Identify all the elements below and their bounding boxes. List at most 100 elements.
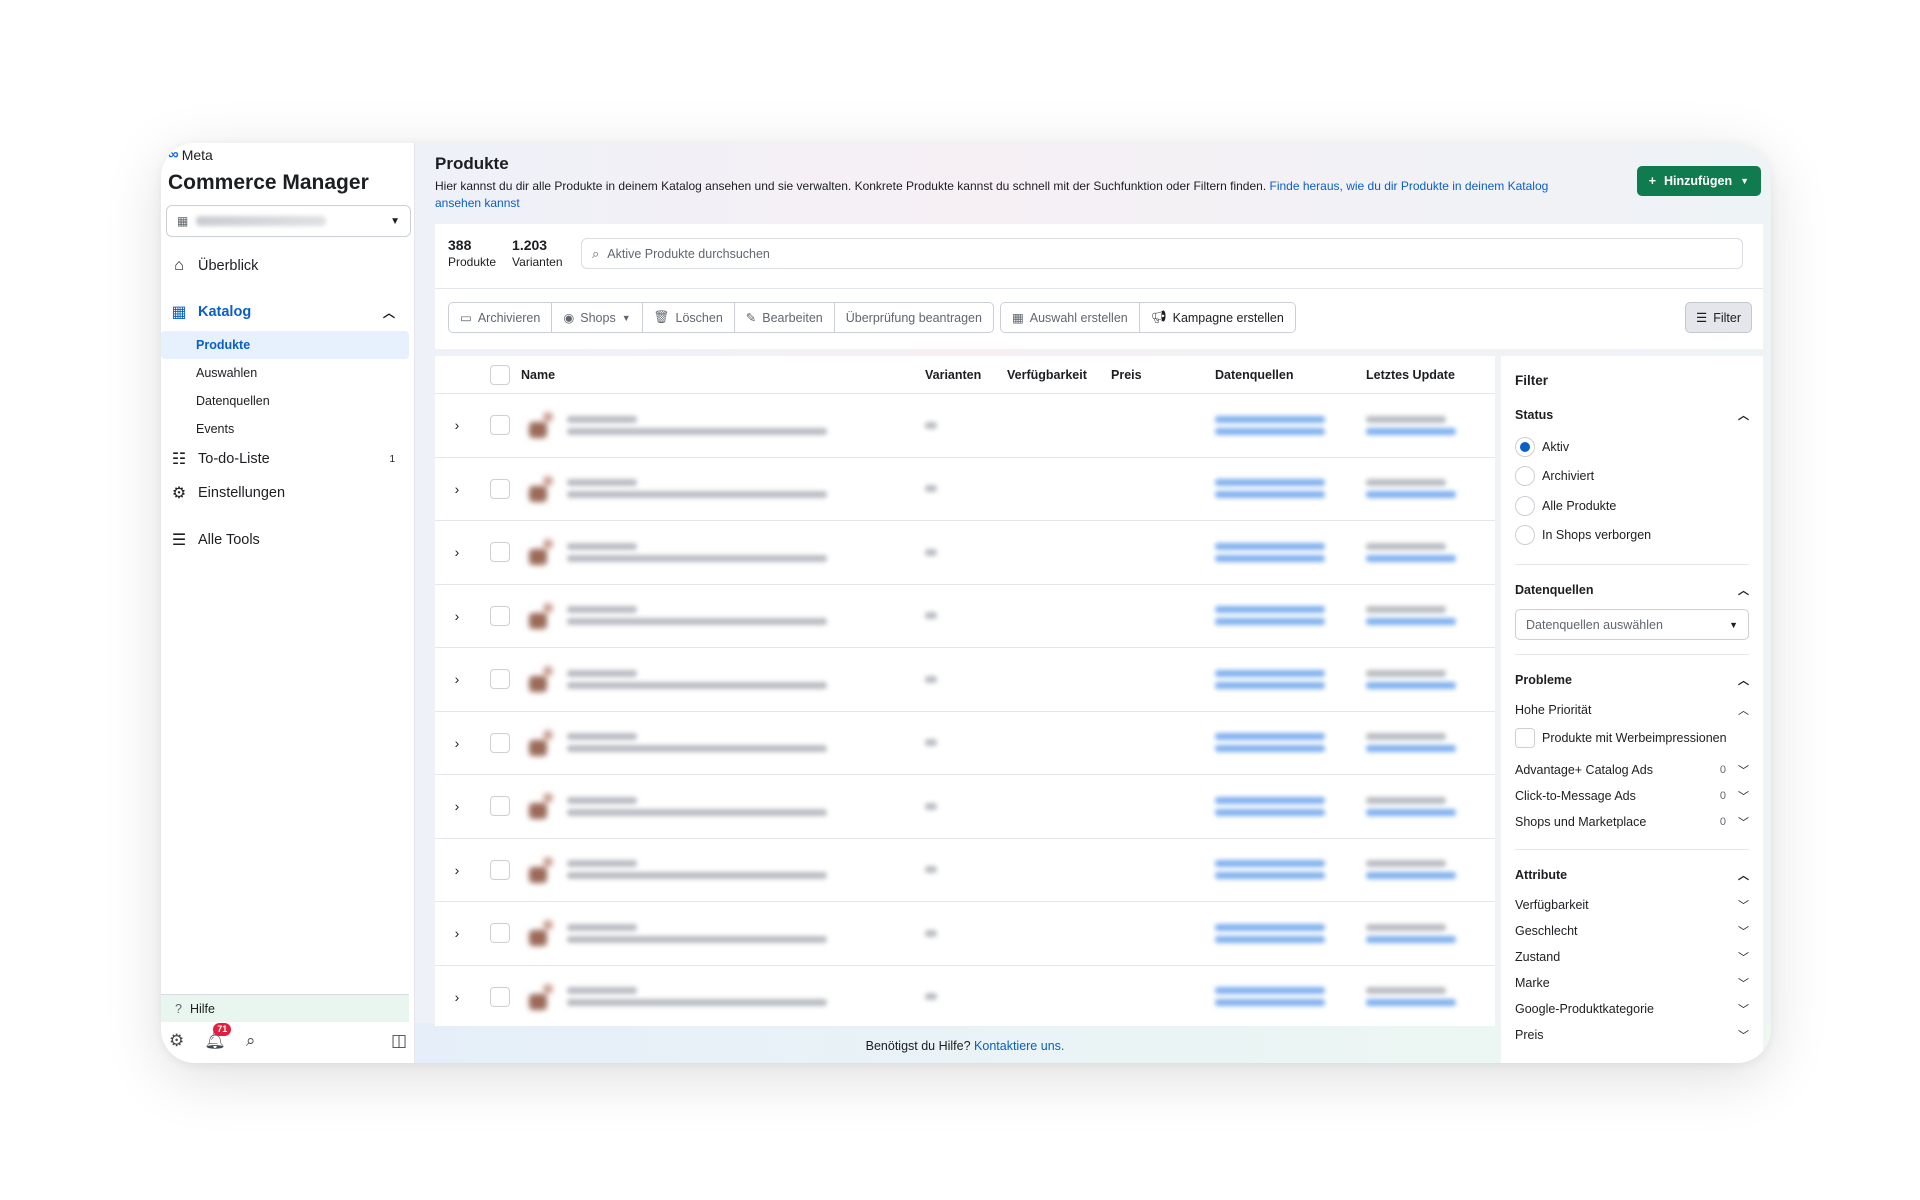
problem-click-to-message-ads[interactable]: Click-to-Message Ads 0 ﹀	[1515, 783, 1749, 809]
filter-section-datasources[interactable]: Datenquellen ︿	[1515, 579, 1749, 601]
sidebar-item-todo[interactable]: ☷ To-do-Liste 1	[161, 443, 415, 475]
radio[interactable]	[1515, 466, 1535, 487]
row-checkbox[interactable]	[490, 669, 510, 690]
row-checkbox[interactable]	[490, 796, 510, 817]
high-priority-group[interactable]: Hohe Priorität ︿	[1515, 697, 1749, 723]
table-row[interactable]: ›	[435, 394, 1495, 458]
sidebar-item-settings[interactable]: ⚙ Einstellungen	[161, 475, 415, 511]
problem-advantage-catalog-ads[interactable]: Advantage+ Catalog Ads 0 ﹀	[1515, 757, 1749, 783]
datasources-dropdown[interactable]: Datenquellen auswählen ▼	[1515, 609, 1749, 640]
problem-shops-marketplace[interactable]: Shops und Marketplace 0 ﹀	[1515, 809, 1749, 835]
radio[interactable]	[1515, 495, 1535, 516]
expand-chevron-icon[interactable]: ›	[435, 798, 479, 814]
expand-chevron-icon[interactable]: ›	[435, 544, 479, 560]
attribute-price[interactable]: Preis ﹀	[1515, 1022, 1749, 1048]
status-option-all[interactable]: Alle Produkte	[1515, 491, 1749, 521]
help-footer: Benötigst du Hilfe? Kontaktiere uns.	[865, 1039, 1065, 1053]
filter-panel-title: Filter	[1515, 373, 1549, 388]
search-input[interactable]	[607, 246, 1732, 261]
column-header-price[interactable]: Preis	[1111, 368, 1215, 382]
variants-cell	[925, 925, 1007, 942]
account-selector[interactable]: ▦ ▼	[166, 205, 411, 237]
checkbox[interactable]	[1515, 728, 1535, 748]
table-row[interactable]: ›	[435, 839, 1495, 902]
table-row[interactable]: ›	[435, 648, 1495, 712]
row-checkbox[interactable]	[490, 542, 510, 563]
row-checkbox[interactable]	[490, 478, 510, 499]
row-checkbox[interactable]	[490, 605, 510, 626]
panel-toggle-icon[interactable]: ◫	[391, 1031, 407, 1051]
column-header-variants[interactable]: Varianten	[925, 368, 1007, 382]
add-button[interactable]: + Hinzufügen ▼	[1636, 166, 1761, 196]
table-row[interactable]: ›	[435, 902, 1495, 966]
table-row[interactable]: ›	[435, 585, 1495, 648]
expand-chevron-icon[interactable]: ›	[435, 481, 479, 497]
column-header-availability[interactable]: Verfügbarkeit	[1007, 368, 1111, 382]
row-checkbox[interactable]	[490, 415, 510, 436]
search-icon[interactable]: ⌕	[246, 1031, 256, 1051]
filter-toggle-button[interactable]: ☰ Filter	[1685, 302, 1752, 333]
attribute-gender[interactable]: Geschlecht ﹀	[1515, 918, 1749, 944]
row-checkbox[interactable]	[490, 859, 510, 880]
grid-icon: ▦	[177, 214, 189, 228]
settings-gear-icon[interactable]: ⚙	[169, 1031, 184, 1051]
filter-section-problems[interactable]: Probleme ︿	[1515, 669, 1749, 691]
delete-button[interactable]: 🗑︎ Löschen	[641, 302, 735, 333]
attribute-condition[interactable]: Zustand ﹀	[1515, 944, 1749, 970]
attribute-google-category[interactable]: Google-Produktkategorie ﹀	[1515, 996, 1749, 1022]
radio-selected[interactable]	[1515, 436, 1535, 457]
column-header-datasources[interactable]: Datenquellen	[1215, 368, 1366, 382]
select-all-checkbox[interactable]	[490, 364, 510, 385]
status-option-hidden[interactable]: In Shops verborgen	[1515, 521, 1749, 551]
row-checkbox[interactable]	[490, 986, 510, 1007]
radio[interactable]	[1515, 525, 1535, 546]
status-option-active[interactable]: Aktiv	[1515, 432, 1749, 462]
help-button[interactable]: ? Hilfe	[161, 994, 409, 1022]
variants-cell	[925, 861, 1007, 878]
status-option-archived[interactable]: Archiviert	[1515, 462, 1749, 492]
page-title: Produkte	[435, 154, 509, 173]
filter-section-attributes[interactable]: Attribute ︿	[1515, 864, 1749, 886]
contact-link[interactable]: Kontaktiere uns.	[974, 1039, 1064, 1053]
column-header-last-update[interactable]: Letztes Update	[1366, 368, 1495, 382]
expand-chevron-icon[interactable]: ›	[435, 417, 479, 433]
sidebar-item-all-tools[interactable]: ☰ Alle Tools	[161, 523, 415, 557]
sidebar-subitem-selections[interactable]: Auswahlen	[161, 359, 409, 387]
chevron-down-icon: ﹀	[1738, 1030, 1749, 1042]
filter-section-status[interactable]: Status ︿	[1515, 404, 1749, 426]
sidebar-subitem-events[interactable]: Events	[161, 415, 409, 443]
table-row[interactable]: ›	[435, 966, 1495, 1027]
sidebar-item-overview[interactable]: ⌂ Überblick	[161, 247, 415, 285]
expand-chevron-icon[interactable]: ›	[435, 735, 479, 751]
expand-chevron-icon[interactable]: ›	[435, 671, 479, 687]
table-row[interactable]: ›	[435, 775, 1495, 839]
shops-button[interactable]: ◉ Shops ▼	[551, 302, 643, 333]
search-icon: ⌕	[592, 245, 600, 261]
archive-button[interactable]: ▭ Archivieren	[448, 302, 553, 333]
row-checkbox[interactable]	[490, 923, 510, 944]
expand-chevron-icon[interactable]: ›	[435, 608, 479, 624]
product-search[interactable]: ⌕	[581, 238, 1743, 269]
product-name-cell	[521, 789, 925, 823]
column-header-name[interactable]: Name	[521, 368, 925, 382]
datasource-cell	[1215, 792, 1366, 821]
bell-icon[interactable]: 🔔︎ 71	[204, 1023, 232, 1051]
request-review-button[interactable]: Überprüfung beantragen	[833, 302, 994, 333]
row-checkbox[interactable]	[490, 732, 510, 753]
table-row[interactable]: ›	[435, 458, 1495, 521]
table-row[interactable]: ›	[435, 712, 1495, 775]
expand-chevron-icon[interactable]: ›	[435, 862, 479, 878]
create-campaign-button[interactable]: 📢︎ Kampagne erstellen	[1138, 302, 1296, 333]
attribute-availability[interactable]: Verfügbarkeit ﹀	[1515, 892, 1749, 918]
sidebar-subitem-datasources[interactable]: Datenquellen	[161, 387, 409, 415]
attribute-brand[interactable]: Marke ﹀	[1515, 970, 1749, 996]
create-selection-button[interactable]: ▦ Auswahl erstellen	[999, 302, 1140, 333]
table-row[interactable]: ›	[435, 521, 1495, 585]
chevron-up-icon[interactable]: ︿	[383, 304, 395, 321]
edit-button[interactable]: ✎ Bearbeiten	[733, 302, 835, 333]
ad-impressions-option[interactable]: Produkte mit Werbeimpressionen	[1515, 723, 1749, 753]
sidebar-item-catalog[interactable]: ▦ Katalog ︿	[161, 293, 415, 331]
expand-chevron-icon[interactable]: ›	[435, 925, 479, 941]
sidebar-subitem-products[interactable]: Produkte	[161, 331, 409, 359]
expand-chevron-icon[interactable]: ›	[435, 989, 479, 1005]
